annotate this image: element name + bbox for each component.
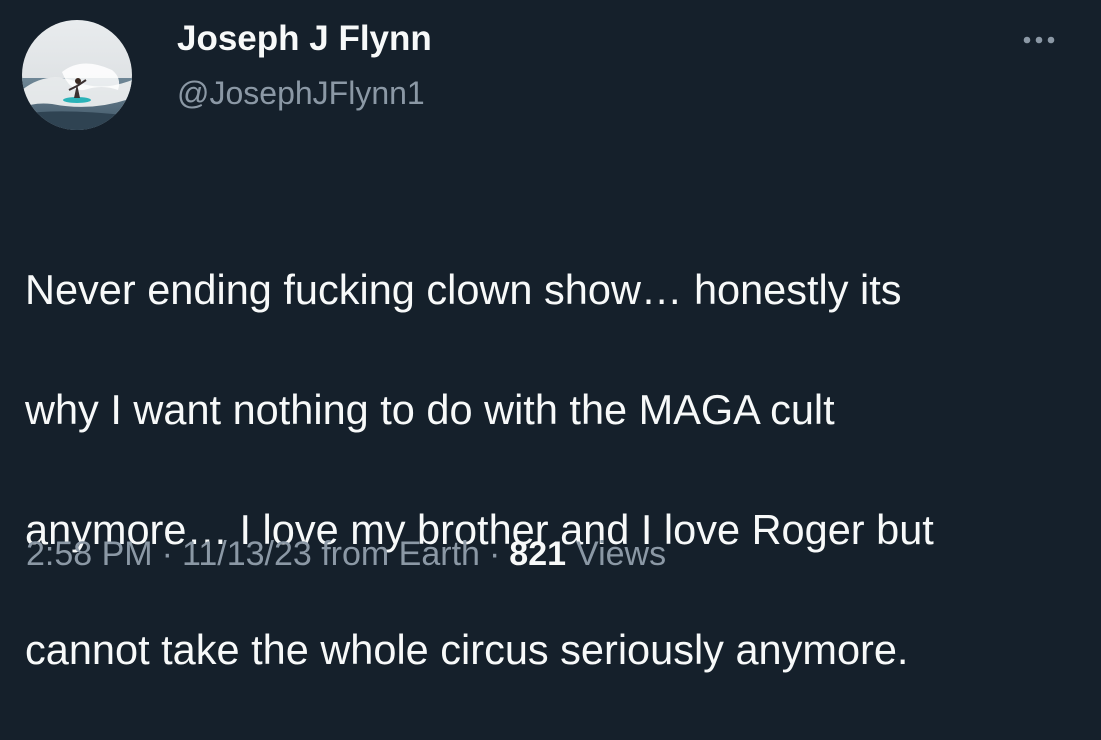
separator-dot: · (161, 535, 173, 573)
separator-dot: · (488, 535, 501, 573)
surfer-photo-avatar-icon (22, 20, 132, 130)
tweet-date[interactable]: 11/13/23 (182, 535, 312, 573)
tweet-text-line: Never ending fucking clown show… honestl… (25, 266, 902, 313)
tweet-card: Joseph J Flynn @JosephJFlynn1 Never endi… (0, 0, 1101, 673)
views-count: 821 (509, 535, 567, 573)
more-options-icon (1023, 36, 1055, 44)
tweet-metadata: 2:58 PM · 11/13/23 from Earth · 821 Views (26, 535, 666, 574)
author-display-name[interactable]: Joseph J Flynn (177, 19, 432, 59)
author-handle[interactable]: @JosephJFlynn1 (177, 75, 425, 112)
tweet-text-line: cannot take the whole circus seriously a… (25, 626, 909, 673)
tweet-time[interactable]: 2:58 PM (26, 535, 153, 573)
more-options-button[interactable] (1010, 20, 1070, 60)
tweet-source: from Earth (321, 535, 480, 573)
views-label: Views (576, 535, 667, 573)
tweet-text: Never ending fucking clown show… honestl… (25, 200, 1075, 740)
author-avatar[interactable] (22, 20, 132, 130)
tweet-text-line: why I want nothing to do with the MAGA c… (25, 386, 835, 433)
